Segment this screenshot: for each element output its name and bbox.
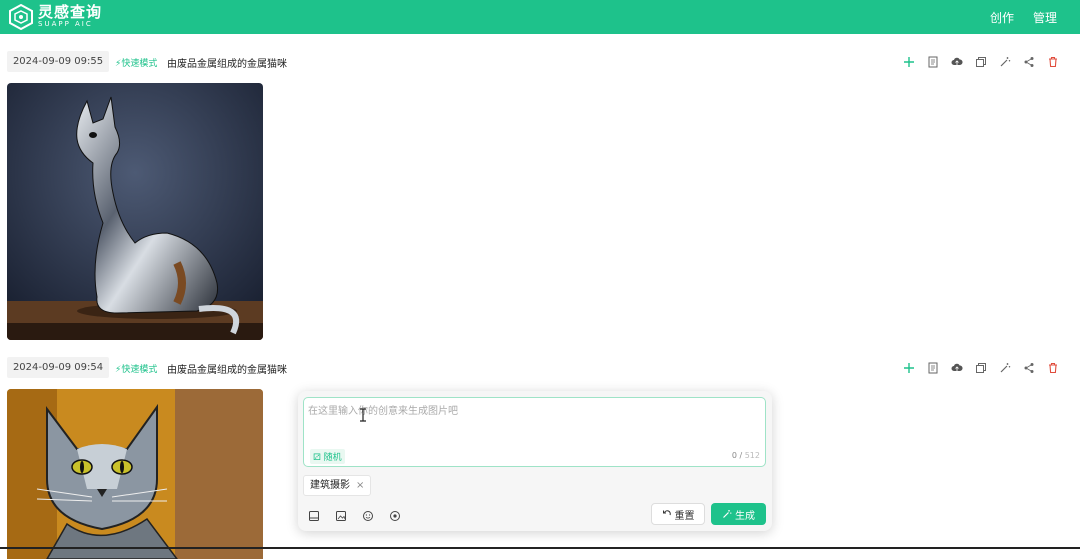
hexagon-logo-icon[interactable] <box>8 4 34 30</box>
reset-button[interactable]: 重置 <box>651 503 705 525</box>
image-icon[interactable] <box>308 507 322 521</box>
record-prompt: 由废品金属组成的金属猫咪 <box>167 365 287 376</box>
record-datetime: 2024-09-09 09:55 <box>7 51 109 72</box>
char-count-max: 512 <box>744 451 760 460</box>
share-icon[interactable] <box>1020 359 1038 377</box>
duplicate-icon[interactable] <box>972 359 990 377</box>
style-tag[interactable]: 建筑摄影 × <box>303 475 372 496</box>
brand-title: 灵感查询 <box>38 3 103 21</box>
text-cursor-icon <box>360 408 366 422</box>
share-icon[interactable] <box>1020 53 1038 71</box>
trash-icon[interactable] <box>1044 53 1062 71</box>
duplicate-icon[interactable] <box>972 53 990 71</box>
generate-label: 生成 <box>735 510 755 522</box>
prompt-composer: ⚂ 随机 0 / 512 建筑摄影 × 重置 生成 <box>298 391 772 531</box>
top-bar: 灵感查询 SUAPP AIC 创作 管理 <box>0 0 1080 34</box>
plus-icon[interactable] <box>900 53 918 71</box>
plus-icon[interactable] <box>900 359 918 377</box>
emoji-icon[interactable] <box>362 507 376 521</box>
trash-icon[interactable] <box>1044 359 1062 377</box>
nav-create[interactable]: 创作 <box>990 9 1014 26</box>
copy-doc-icon[interactable] <box>924 53 942 71</box>
magic-wand-icon <box>723 510 732 518</box>
prompt-input[interactable] <box>308 402 763 448</box>
reset-label: 重置 <box>674 510 695 522</box>
close-icon[interactable]: × <box>356 476 364 496</box>
magic-wand-icon[interactable] <box>996 359 1014 377</box>
cloud-upload-icon[interactable] <box>948 53 966 71</box>
record-prompt: 由废品金属组成的金属猫咪 <box>167 59 287 70</box>
mode-tag: ⚡快速模式 <box>115 59 158 69</box>
image-upload-icon[interactable] <box>335 507 349 521</box>
style-tag-label: 建筑摄影 <box>310 479 350 491</box>
reset-icon <box>662 510 671 516</box>
brand-subtitle: SUAPP AIC <box>38 20 93 28</box>
generation-record: 2024-09-09 09:54 ⚡快速模式 由废品金属组成的金属猫咪 <box>0 357 1080 559</box>
metal-cat-portrait-image[interactable] <box>7 389 263 559</box>
metal-cat-image[interactable] <box>7 83 263 340</box>
record-datetime: 2024-09-09 09:54 <box>7 357 109 378</box>
char-count-current: 0 / <box>731 451 743 460</box>
random-button[interactable]: ⚂ 随机 <box>310 449 345 464</box>
char-counter: 0 / 512 <box>732 451 760 460</box>
generation-record: 2024-09-09 09:55 ⚡快速模式 由废品金属组成的金属猫咪 <box>0 51 1080 340</box>
eye-icon[interactable] <box>389 507 403 521</box>
record-header: 2024-09-09 09:55 ⚡快速模式 由废品金属组成的金属猫咪 <box>0 51 1080 72</box>
mode-tag: ⚡快速模式 <box>115 365 158 375</box>
brand[interactable]: 灵感查询 SUAPP AIC <box>38 4 102 29</box>
prompt-input-wrapper: ⚂ 随机 0 / 512 <box>303 397 766 467</box>
record-header: 2024-09-09 09:54 ⚡快速模式 由废品金属组成的金属猫咪 <box>0 357 1080 378</box>
copy-doc-icon[interactable] <box>924 359 942 377</box>
nav-manage[interactable]: 管理 <box>1033 9 1057 26</box>
magic-wand-icon[interactable] <box>996 53 1014 71</box>
generate-button[interactable]: 生成 <box>711 503 766 525</box>
cloud-upload-icon[interactable] <box>948 359 966 377</box>
